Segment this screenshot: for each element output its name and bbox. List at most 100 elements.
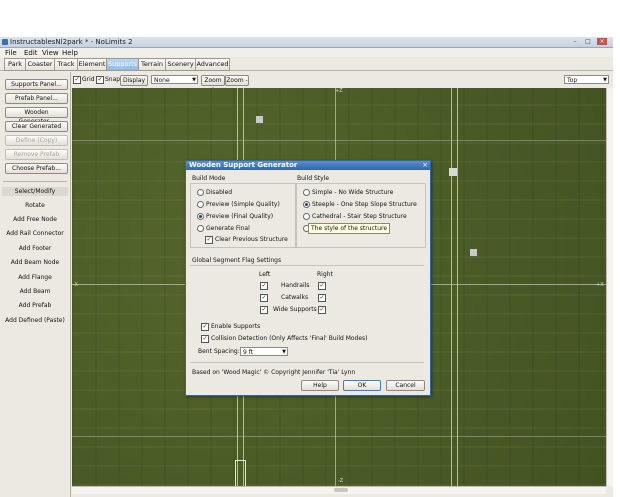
dialog-divider (190, 362, 424, 363)
radio-preview-simple[interactable] (197, 201, 204, 208)
wide-supports-left-checkbox[interactable]: ✓ (260, 306, 268, 314)
tab-element[interactable]: Element (77, 58, 107, 71)
title-bar: InstructablesNl2park * - NoLimits 2 – □ … (0, 37, 613, 48)
display-mode-value: None (154, 77, 170, 84)
chevron-down-icon: ▼ (192, 77, 196, 83)
coaster-track-right (451, 88, 458, 486)
cancel-button[interactable]: Cancel (386, 380, 425, 391)
ok-button[interactable]: OK (343, 380, 381, 391)
radio-disabled[interactable] (197, 189, 204, 196)
radio-label: Cathedral - Stair Step Structure (312, 213, 407, 220)
mode-tabs: Park Coaster Track Element Supports Terr… (0, 57, 613, 71)
horizontal-scrollbar[interactable] (72, 486, 606, 494)
catwalks-label: Catwalks (281, 294, 309, 301)
tool-rotate[interactable]: Rotate (2, 201, 68, 210)
close-icon[interactable]: × (422, 161, 428, 170)
tab-supports[interactable]: Supports (106, 58, 139, 71)
menu-help[interactable]: Help (62, 49, 78, 57)
grid-checkbox[interactable]: ✓ (73, 76, 81, 84)
collision-detection-checkbox[interactable]: ✓ (201, 335, 209, 343)
dialog-title: Wooden Support Generator (189, 161, 298, 169)
vertical-scrollbar[interactable] (606, 88, 613, 486)
tool-add-free-node[interactable]: Add Free Node (2, 215, 68, 224)
maximize-button[interactable]: □ (583, 38, 593, 45)
grid-label: Grid (82, 76, 95, 83)
menu-bar: File Edit View Help (0, 48, 613, 57)
tab-track[interactable]: Track (54, 58, 78, 71)
define-copy-button[interactable]: Define (Copy) (5, 135, 68, 146)
tool-add-beam-node[interactable]: Add Beam Node (2, 258, 68, 267)
remove-prefab-button[interactable]: Remove Prefab (5, 149, 68, 160)
clear-generated-button[interactable]: Clear Generated (5, 121, 68, 132)
tool-add-footer[interactable]: Add Footer (2, 244, 68, 253)
window-title: InstructablesNl2park * - NoLimits 2 (10, 38, 133, 46)
tool-select-modify[interactable]: Select/Modify (2, 187, 68, 196)
enable-supports-checkbox[interactable]: ✓ (201, 323, 209, 331)
radio-steeple[interactable] (303, 201, 310, 208)
close-window-button[interactable]: × (597, 38, 607, 45)
flags-label: Global Segment Flag Settings (192, 257, 282, 264)
minimize-button[interactable]: – (570, 38, 580, 45)
clear-previous-checkbox[interactable]: ✓ (205, 236, 213, 244)
wide-supports-label: Wide Supports (273, 306, 317, 313)
zoom-in-button[interactable]: Zoom + (201, 75, 225, 93)
credit-text: Based on 'Wood Magic' © Copyright Jennif… (192, 369, 356, 376)
build-style-label: Build Style (297, 175, 330, 182)
radio-cathedral[interactable] (303, 213, 310, 220)
build-mode-label: Build Mode (192, 175, 226, 182)
handrails-right-checkbox[interactable]: ✓ (318, 282, 326, 290)
build-style-tooltip: The style of the structure (308, 223, 391, 234)
tab-scenery[interactable]: Scenery (165, 58, 196, 71)
chevron-down-icon: ▼ (282, 349, 286, 355)
snap-checkbox[interactable]: ✓ (96, 76, 104, 84)
clear-previous-label: Clear Previous Structure (215, 236, 288, 243)
bent-spacing-label: Bent Spacing: (198, 348, 240, 355)
tool-add-defined-paste[interactable]: Add Defined (Paste) (2, 316, 68, 325)
supports-panel-button[interactable]: Supports Panel... (5, 79, 68, 90)
radio-preview-final[interactable] (197, 213, 204, 220)
menu-view[interactable]: View (42, 49, 59, 57)
wooden-generator-button[interactable]: Wooden Generator... (5, 107, 68, 125)
bent-spacing-value: 9 ft (243, 349, 254, 356)
support-node-marker[interactable] (470, 249, 477, 256)
support-node-marker[interactable] (449, 168, 457, 176)
view-value: Top (567, 77, 578, 84)
tab-coaster[interactable]: Coaster (25, 58, 55, 71)
tool-add-rail-connector[interactable]: Add Rail Connector (2, 229, 68, 238)
prefab-panel-button[interactable]: Prefab Panel... (5, 93, 68, 104)
menu-file[interactable]: File (5, 49, 17, 57)
track-segment (235, 460, 246, 486)
handrails-left-checkbox[interactable]: ✓ (260, 282, 268, 290)
support-node-marker[interactable] (256, 116, 263, 123)
radio-label: Simple - No Wide Structure (312, 189, 394, 196)
menu-edit[interactable]: Edit (24, 49, 38, 57)
app-icon (2, 39, 8, 45)
wide-supports-right-checkbox[interactable]: ✓ (318, 306, 326, 314)
collision-detection-label: Collision Detection (Only Affects 'Final… (211, 335, 368, 342)
tab-advanced[interactable]: Advanced (195, 58, 230, 71)
catwalks-left-checkbox[interactable]: ✓ (260, 294, 268, 302)
catwalks-right-checkbox[interactable]: ✓ (318, 294, 326, 302)
tool-add-beam[interactable]: Add Beam (2, 287, 68, 296)
bent-spacing-select[interactable]: 9 ft ▼ (240, 347, 288, 356)
handrails-label: Handrails (281, 282, 310, 289)
scrollbar-thumb[interactable] (334, 488, 348, 492)
view-select[interactable]: Top ▼ (564, 75, 609, 84)
radio-label: Preview (Final Quality) (206, 213, 274, 220)
tool-add-flange[interactable]: Add Flange (2, 273, 68, 282)
display-mode-select[interactable]: None ▼ (151, 75, 198, 84)
help-button[interactable]: Help (301, 380, 339, 391)
supports-sidebar: Supports Panel... Prefab Panel... Wooden… (0, 72, 71, 497)
axis-label-left: -X (73, 282, 78, 288)
dialog-title-bar: Wooden Support Generator × (186, 161, 430, 170)
zoom-out-button[interactable]: Zoom - (225, 75, 249, 86)
tool-add-prefab[interactable]: Add Prefab (2, 301, 68, 310)
snap-label: Snap (105, 76, 121, 83)
tab-terrain[interactable]: Terrain (138, 58, 166, 71)
radio-simple[interactable] (303, 189, 310, 196)
tab-park[interactable]: Park (4, 58, 26, 71)
radio-generate-final[interactable] (197, 225, 204, 232)
choose-prefab-button[interactable]: Choose Prefab... (5, 163, 68, 174)
radio-label: Steeple - One Step Slope Structure (312, 201, 417, 208)
display-button[interactable]: Display (120, 75, 148, 86)
